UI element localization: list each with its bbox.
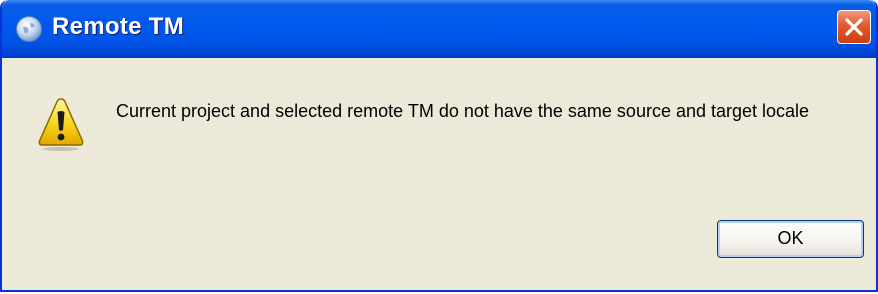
warning-icon	[36, 94, 86, 152]
warning-message: Current project and selected remote TM d…	[116, 101, 810, 121]
window-title: Remote TM	[52, 13, 185, 40]
close-icon	[845, 18, 863, 36]
remote-tm-dialog: Remote TM Current project and selected r…	[0, 0, 878, 292]
title-bar[interactable]: Remote TM	[2, 0, 876, 58]
globe-app-icon	[15, 15, 43, 43]
close-button[interactable]	[837, 10, 871, 44]
ok-button[interactable]: OK	[717, 220, 864, 258]
